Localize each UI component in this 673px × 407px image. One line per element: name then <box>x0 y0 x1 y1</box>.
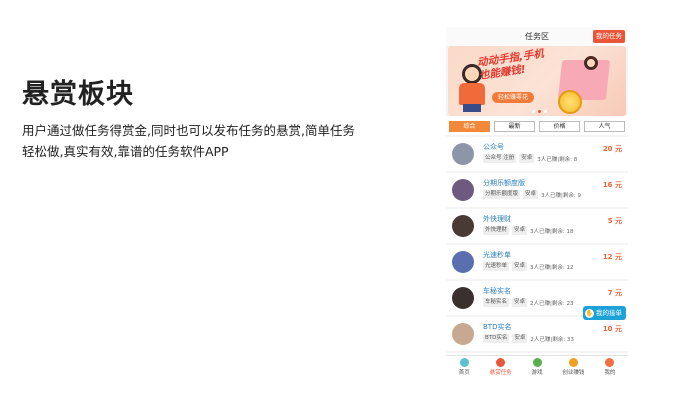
pagination-dot[interactable] <box>532 110 535 113</box>
task-tag: 安卓 <box>523 190 539 199</box>
task-meta: BTD实名 安卓 2人已赚|剩余: 33 <box>483 334 574 343</box>
task-reward: 20 元 <box>602 145 622 153</box>
filter-comprehensive[interactable]: 综合 <box>449 121 490 132</box>
tab-label: 悬赏任务 <box>489 370 512 376</box>
user-icon <box>605 358 615 367</box>
filter-popularity[interactable]: 人气 <box>584 121 625 132</box>
tab-task[interactable]: 悬赏任务 <box>482 356 518 377</box>
task-tag: BTD实名 <box>483 334 510 343</box>
task-avatar <box>452 323 474 345</box>
hero-title: 悬赏板块 <box>22 79 134 110</box>
tab-label: 首页 <box>458 370 470 376</box>
page: 悬赏板块 用户通过做任务得赏金,同时也可以发布任务的悬赏,简单任务轻松做,真实有… <box>0 0 673 407</box>
task-meta: 车秘实名 安卓 2人已赚|剩余: 23 <box>483 298 573 307</box>
task-progress: 3人已赚|剩余: 8 <box>537 156 578 163</box>
page-title: 任务区 <box>525 32 549 41</box>
tab-label: 我的 <box>604 370 616 376</box>
task-avatar <box>452 179 474 201</box>
task-list-item[interactable]: 外快理财 外快理财 安卓 3人已赚|剩余: 18 5 元 <box>446 209 628 243</box>
task-tag: 光速秒单 <box>483 262 510 271</box>
task-tag: 安卓 <box>512 334 528 343</box>
task-title: 分期乐额度版 <box>483 179 525 187</box>
task-avatar <box>452 215 474 237</box>
task-reward: 16 元 <box>602 181 622 189</box>
banner-headline: 动动手指,手机也能赚钱! <box>476 47 545 82</box>
bottom-tab-bar: 首页 悬赏任务 游戏 创业赚钱 我的 <box>446 355 628 377</box>
task-title: 外快理财 <box>483 215 511 223</box>
my-tasks-button[interactable]: 我的任务 <box>593 30 625 43</box>
tab-game[interactable]: 游戏 <box>519 356 555 377</box>
task-tag: 公众号 注册 <box>483 154 517 163</box>
promo-banner[interactable]: 动动手指,手机也能赚钱! 轻松赚零花 <box>448 46 626 116</box>
tab-label: 游戏 <box>531 370 543 376</box>
coin-stack-icon <box>558 90 582 114</box>
money-icon <box>568 358 578 367</box>
task-list-item[interactable]: BTD实名 BTD实名 安卓 2人已赚|剩余: 33 10 元 <box>446 317 628 351</box>
task-list-item[interactable]: 公众号公众号 注册 安卓 3人已赚|剩余: 8 20 元 <box>446 137 628 171</box>
phone-screenshot: 任务区 我的任务 动动手指,手机也能赚钱! 轻松赚零花 综合 最新 价格 人气 … <box>446 27 628 377</box>
filter-bar: 综合 最新 价格 人气 <box>446 116 628 135</box>
task-progress: 3人已赚|剩余: 18 <box>530 228 574 235</box>
pagination-dot-active[interactable] <box>538 110 541 113</box>
hero-description: 用户通过做任务得赏金,同时也可以发布任务的悬赏,简单任务轻松做,真实有效,靠谱的… <box>22 123 355 159</box>
task-tag: 外快理财 <box>483 226 510 235</box>
top-bar: 任务区 我的任务 <box>446 27 628 46</box>
task-avatar <box>452 251 474 273</box>
task-meta: 光速秒单 安卓 3人已赚|剩余: 12 <box>483 262 573 271</box>
task-tag: 车秘实名 <box>483 298 510 307</box>
my-orders-label: 我的接单 <box>596 309 622 317</box>
task-title: 光速秒单 <box>483 251 511 259</box>
hand-icon: ✋ <box>585 308 594 318</box>
task-tag: 安卓 <box>512 262 528 271</box>
banner-woman-illustration <box>584 56 598 70</box>
task-progress: 3人已赚|剩余: 9 <box>541 192 581 199</box>
task-list-item[interactable]: 分期乐额度版 分期乐额度版 安卓 3人已赚|剩余: 9 16 元 <box>446 173 628 207</box>
task-tag: 安卓 <box>512 298 528 307</box>
pagination-dot[interactable] <box>544 110 547 113</box>
task-title: 公众号 <box>483 143 504 151</box>
task-list: 公众号 公众号 注册 安卓 3人已赚|剩余: 8 20 元分期乐额度版 分期乐额度版 安卓 3… <box>446 137 628 377</box>
task-tag: 安卓 <box>512 226 528 235</box>
tab-money[interactable]: 创业赚钱 <box>555 356 591 377</box>
task-reward: 12 元 <box>602 253 622 261</box>
my-orders-button[interactable]: ✋ 我的接单 <box>583 306 626 320</box>
banner-man-illustration <box>454 64 485 112</box>
banner-pagination <box>532 110 547 113</box>
task-meta: 外快理财 安卓 3人已赚|剩余: 18 <box>483 226 573 235</box>
task-meta: 公众号 注册 安卓 3人已赚|剩余: 8 <box>483 154 577 163</box>
tab-label: 创业赚钱 <box>562 370 585 376</box>
task-avatar <box>452 287 474 309</box>
task-reward: 5 元 <box>607 217 622 225</box>
banner-button[interactable]: 轻松赚零花 <box>492 92 535 103</box>
game-icon <box>532 358 542 367</box>
task-tag: 安卓 <box>519 154 535 163</box>
tab-user[interactable]: 我的 <box>592 356 628 377</box>
home-icon <box>459 358 469 367</box>
task-progress: 3人已赚|剩余: 12 <box>530 264 574 271</box>
task-title: BTD实名 <box>483 323 512 331</box>
task-title: 车秘实名 <box>483 287 511 295</box>
task-meta: 分期乐额度版 安卓 3人已赚|剩余: 9 <box>483 190 581 199</box>
task-progress: 2人已赚|剩余: 33 <box>530 336 574 343</box>
task-icon <box>496 358 506 367</box>
task-reward: 10 元 <box>602 325 622 333</box>
filter-latest[interactable]: 最新 <box>494 121 535 132</box>
tab-home[interactable]: 首页 <box>446 356 482 377</box>
task-reward: 7 元 <box>607 289 622 297</box>
filter-price[interactable]: 价格 <box>539 121 580 132</box>
task-avatar <box>452 143 474 165</box>
task-progress: 2人已赚|剩余: 23 <box>530 300 574 307</box>
task-tag: 分期乐额度版 <box>483 190 521 199</box>
task-list-item[interactable]: 光速秒单 光速秒单 安卓 3人已赚|剩余: 12 12 元 <box>446 245 628 279</box>
